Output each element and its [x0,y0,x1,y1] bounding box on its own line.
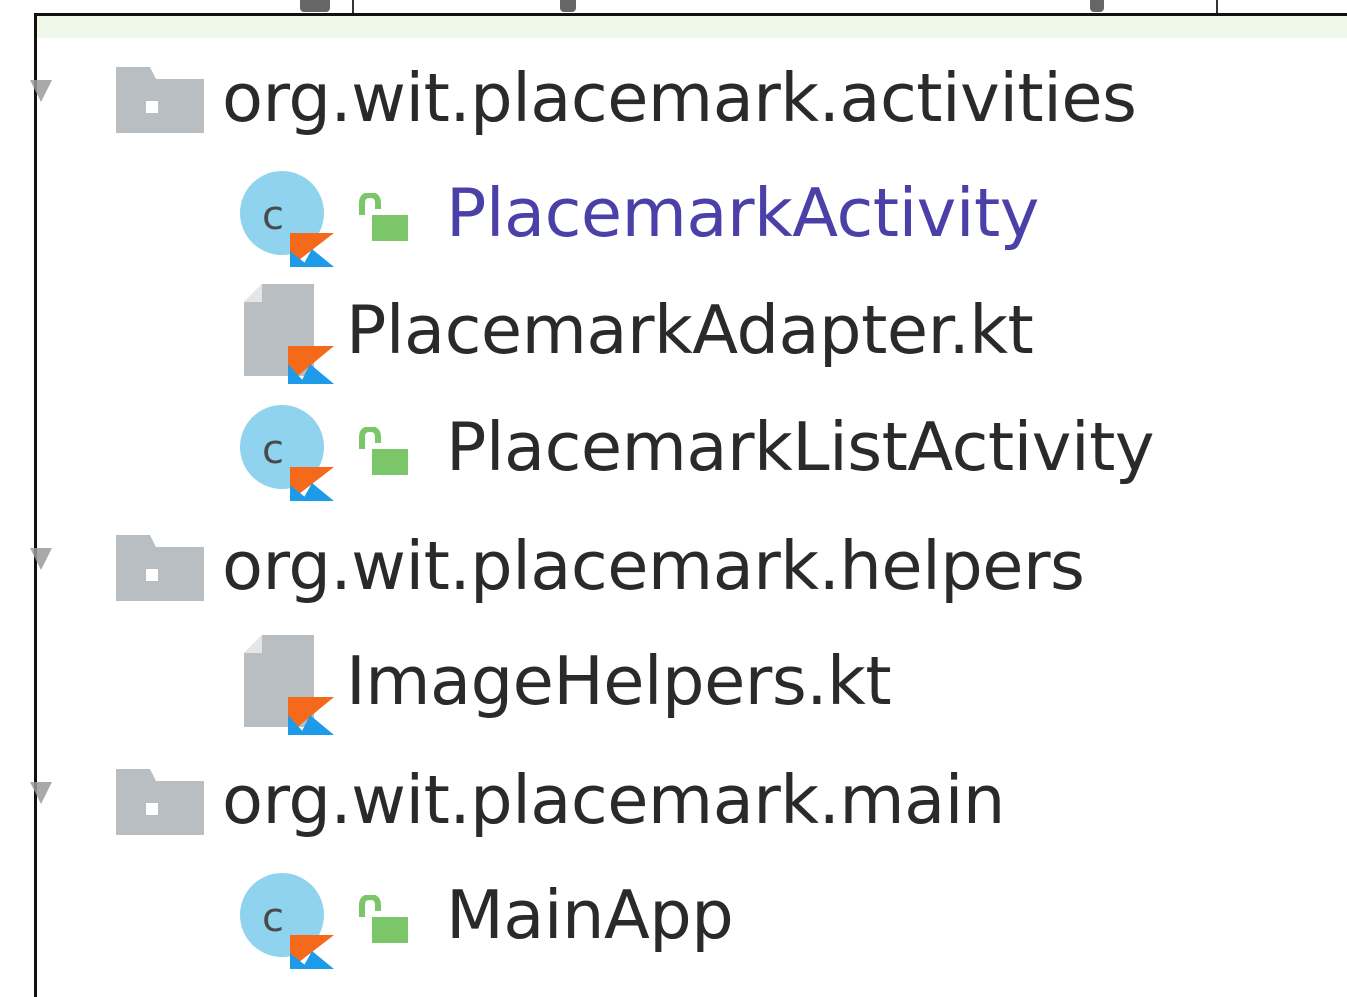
tree-item-image-helpers[interactable]: ImageHelpers.kt [0,625,1347,742]
header-strip [34,0,1347,14]
tree-package-helpers[interactable]: org.wit.placemark.helpers [0,508,1347,625]
header-cut-glyph [560,0,576,12]
open-lock-icon [359,193,408,241]
folder-icon [116,535,204,601]
svg-text:c: c [262,895,284,941]
expand-arrow-icon[interactable] [30,80,52,102]
tree-item-placemark-adapter[interactable]: PlacemarkAdapter.kt [0,274,1347,391]
svg-text:c: c [262,193,284,239]
tree-item-placemark-list-activity[interactable]: c PlacemarkListActivity [0,391,1347,508]
kotlin-file-icon [244,284,334,384]
svg-text:c: c [262,427,284,473]
file-label: ImageHelpers.kt [346,642,892,720]
package-label: org.wit.placemark.main [222,761,1005,839]
class-label: PlacemarkActivity [446,174,1039,252]
tree-item-placemark-activity[interactable]: c PlacemarkActivity [0,157,1347,274]
tree-package-main[interactable]: org.wit.placemark.main [0,742,1347,859]
folder-icon [116,67,204,133]
tree-package-activities[interactable]: org.wit.placemark.activities [0,40,1347,157]
expand-arrow-icon[interactable] [30,782,52,804]
package-label: org.wit.placemark.helpers [222,527,1085,605]
folder-icon [116,769,204,835]
kotlin-file-icon [244,635,334,735]
header-divider [1216,0,1218,14]
header-divider [352,0,354,14]
expand-arrow-icon[interactable] [30,548,52,570]
class-label: MainApp [446,876,734,954]
kotlin-class-icon: c [240,873,334,969]
kotlin-class-icon: c [240,171,334,267]
file-label: PlacemarkAdapter.kt [346,291,1034,369]
header-cut-glyph [1090,0,1104,12]
kotlin-class-icon: c [240,405,334,501]
project-tree-panel: org.wit.placemark.activities c Placemark… [0,0,1347,997]
class-label: PlacemarkListActivity [446,408,1154,486]
header-cut-glyph [300,0,330,12]
selected-row-highlight [37,16,1347,38]
open-lock-icon [359,895,408,943]
package-label: org.wit.placemark.activities [222,59,1137,137]
open-lock-icon [359,427,408,475]
tree-item-main-app[interactable]: c MainApp [0,859,1347,989]
